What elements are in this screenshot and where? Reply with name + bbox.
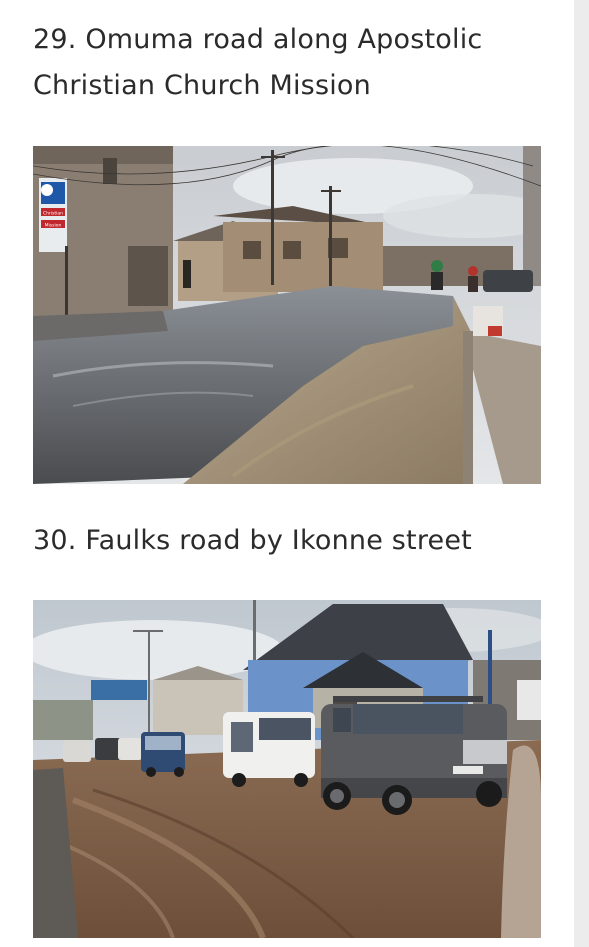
page-scrollbar[interactable] xyxy=(574,0,589,947)
section-heading-30: 30. Faulks road by Ikonne street xyxy=(33,525,472,556)
sign-text-2: Mission xyxy=(45,223,62,229)
section-heading-29: 29. Omuma road along Apostolic Christian… xyxy=(33,24,483,101)
article-content: 29. Omuma road along Apostolic Christian… xyxy=(0,0,574,947)
flooded-street-photo: Christian Mission xyxy=(33,146,541,484)
sign-text-1: Christian xyxy=(43,211,63,217)
muddy-road-traffic-photo xyxy=(33,600,541,938)
